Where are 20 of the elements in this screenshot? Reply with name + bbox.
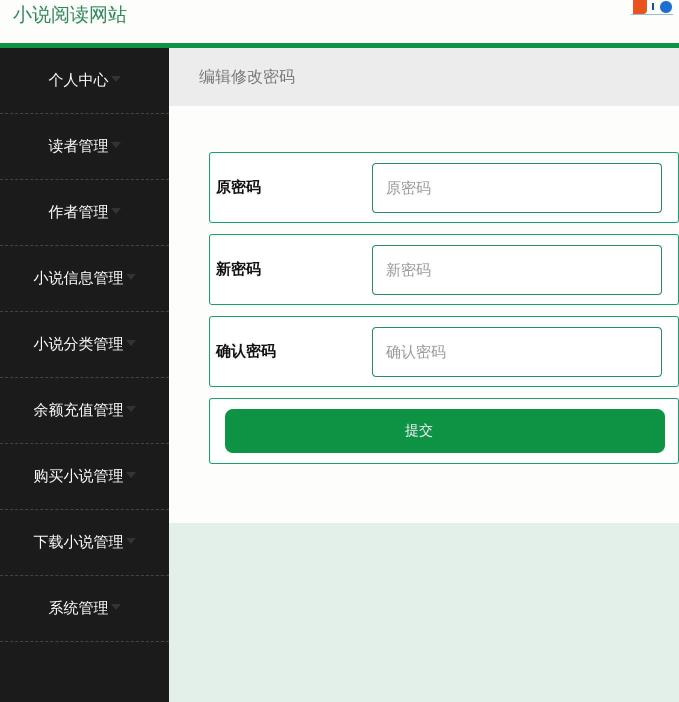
emoji-icon[interactable] — [659, 0, 673, 14]
field-label: 确认密码 — [216, 342, 277, 361]
password-field[interactable]: 新密码 — [372, 244, 662, 294]
password-field[interactable]: 原密码 — [372, 162, 662, 212]
sidebar-item[interactable]: 作者管理 — [48, 203, 108, 222]
password-field[interactable]: 确认密码 — [372, 326, 662, 376]
sidebar-item[interactable]: 系统管理 — [48, 599, 108, 618]
sidebar-item[interactable]: 个人中心 — [48, 71, 108, 90]
field-label: 新密码 — [216, 260, 262, 279]
sidebar-item[interactable]: 读者管理 — [48, 137, 108, 156]
site-title: 小说阅读网站 — [13, 3, 127, 28]
page-heading: 编辑修改密码 — [199, 66, 295, 88]
field-label: 原密码 — [216, 178, 262, 197]
sidebar-item[interactable]: 余额充值管理 — [34, 401, 124, 420]
sidebar-item[interactable]: 下载小说管理 — [34, 533, 124, 552]
input-method-icon — [631, 0, 647, 14]
sidebar-item[interactable]: 小说信息管理 — [34, 269, 124, 288]
sidebar-item[interactable]: 购买小说管理 — [34, 467, 124, 486]
submit-button[interactable]: 提交 — [225, 409, 665, 453]
sidebar-item[interactable]: 小说分类管理 — [34, 335, 124, 354]
